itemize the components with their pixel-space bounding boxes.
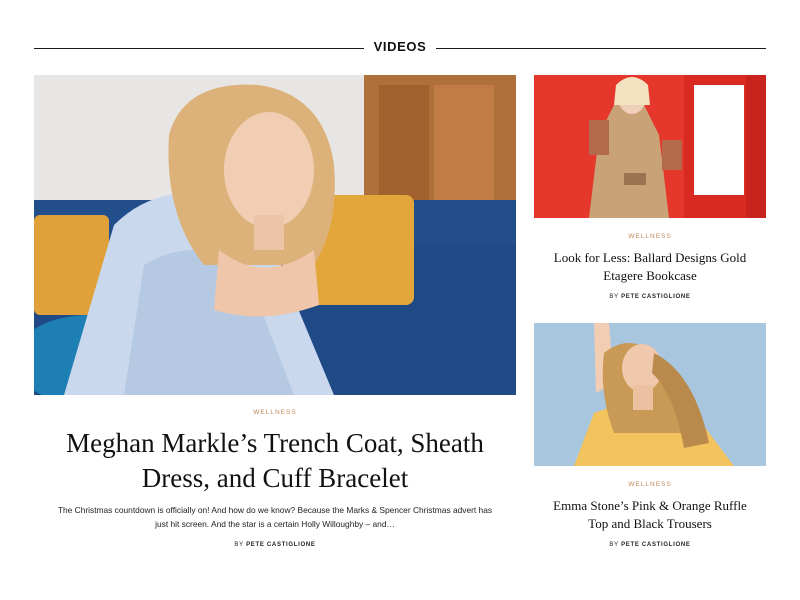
featured-article[interactable]: WELLNESS Meghan Markle’s Trench Coat, Sh… [34, 75, 516, 555]
featured-excerpt: The Christmas countdown is officially on… [57, 505, 493, 529]
article-byline: BY PETE CASTIGLIONE [534, 294, 766, 300]
header-rule-left [34, 48, 364, 49]
author-link[interactable]: PETE CASTIGLIONE [621, 294, 691, 300]
byline-prefix: BY [609, 542, 619, 548]
author-link[interactable]: PETE CASTIGLIONE [621, 542, 691, 548]
article-byline: BY PETE CASTIGLIONE [534, 542, 766, 548]
sidebar-article[interactable]: WELLNESS Look for Less: Ballard Designs … [534, 75, 766, 305]
header-rule-right [436, 48, 766, 49]
article-image[interactable] [534, 75, 766, 218]
byline-prefix: BY [609, 294, 619, 300]
article-headline[interactable]: Emma Stone’s Pink & Orange Ruffle Top an… [542, 497, 758, 533]
featured-image[interactable] [34, 75, 516, 395]
sidebar-article[interactable]: WELLNESS Emma Stone’s Pink & Orange Ruff… [534, 323, 766, 553]
byline-prefix: BY [234, 542, 244, 548]
article-category[interactable]: WELLNESS [534, 481, 766, 488]
article-category[interactable]: WELLNESS [534, 233, 766, 240]
featured-headline[interactable]: Meghan Markle’s Trench Coat, Sheath Dres… [59, 426, 491, 496]
article-image[interactable] [534, 323, 766, 466]
author-link[interactable]: PETE CASTIGLIONE [246, 542, 316, 548]
article-headline[interactable]: Look for Less: Ballard Designs Gold Etag… [542, 249, 758, 285]
featured-category[interactable]: WELLNESS [34, 409, 516, 416]
section-title: VIDEOS [373, 39, 427, 54]
section-header: VIDEOS [34, 36, 766, 60]
featured-byline: BY PETE CASTIGLIONE [34, 542, 516, 548]
